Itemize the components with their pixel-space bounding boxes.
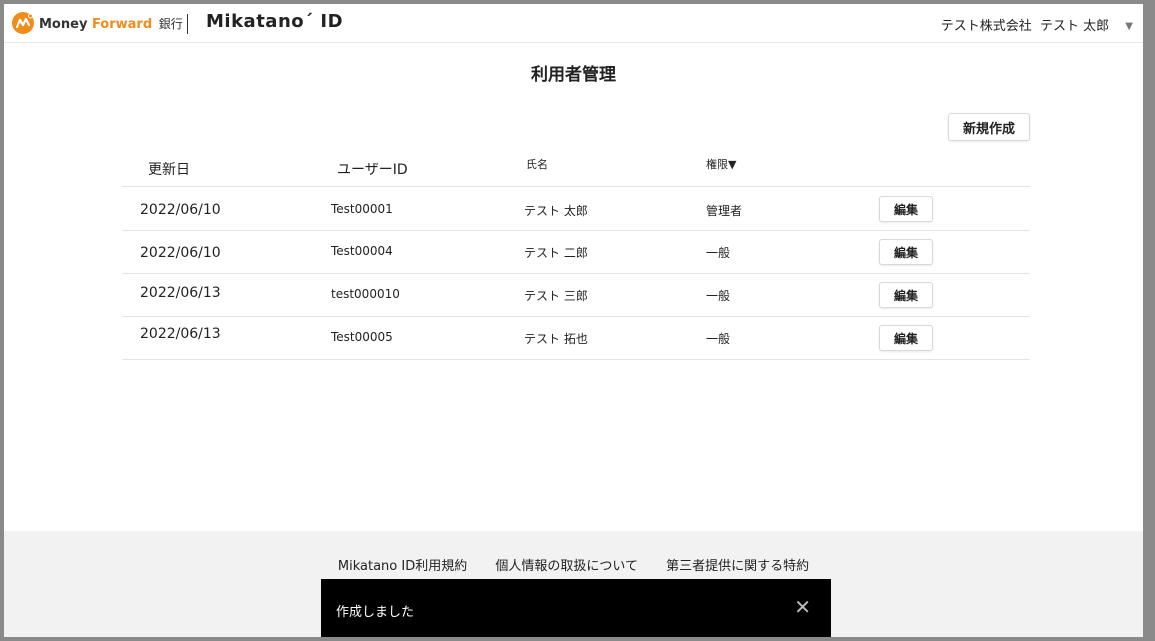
- cell-date: 2022/06/13: [140, 285, 221, 301]
- cell-name: テスト 三郎: [524, 289, 588, 303]
- footer-links: Mikatano ID利用規約 個人情報の取扱について 第三者提供に関する特約: [4, 555, 1143, 574]
- brand-forward: Forward: [91, 17, 153, 32]
- cell-user-id: Test00005: [331, 330, 393, 344]
- header-divider: [187, 14, 188, 34]
- top-header: Money Forward 銀行 Mikatano´ ID テスト株式会社 テス…: [4, 4, 1143, 43]
- column-header-role[interactable]: 権限▼: [706, 156, 736, 172]
- chevron-down-icon: ▼: [1125, 21, 1133, 32]
- cell-date: 2022/06/13: [140, 326, 221, 342]
- edit-button[interactable]: 編集: [879, 239, 933, 265]
- cell-name: テスト 太郎: [524, 204, 588, 218]
- user-menu-label: テスト株式会社 テスト 太郎: [940, 19, 1110, 34]
- cell-role: 一般: [706, 332, 731, 346]
- cell-user-id: Test00004: [331, 244, 393, 258]
- cell-role: 一般: [706, 289, 731, 303]
- product-accent: ´: [304, 11, 314, 32]
- column-header-user-id[interactable]: ユーザーID: [337, 159, 408, 179]
- product-mikatano: Mikatano: [206, 11, 305, 32]
- user-menu[interactable]: テスト株式会社 テスト 太郎 ▼: [941, 15, 1133, 34]
- column-header-updated[interactable]: 更新日: [148, 159, 190, 179]
- brand-money: Money: [39, 17, 88, 32]
- cell-user-id: Test00001: [331, 202, 393, 216]
- money-forward-logo-icon: [12, 12, 34, 34]
- app-window: Money Forward 銀行 Mikatano´ ID テスト株式会社 テス…: [4, 4, 1143, 637]
- cell-name: テスト 二郎: [524, 246, 588, 260]
- header-divider-line: [122, 186, 1030, 187]
- brand-name: Money Forward 銀行: [39, 15, 183, 32]
- cell-role: 一般: [706, 246, 731, 260]
- brand-bank: 銀行: [158, 17, 183, 31]
- page-title: 利用者管理: [531, 65, 616, 85]
- create-new-button[interactable]: 新規作成: [948, 113, 1030, 141]
- row-divider: [122, 230, 1030, 231]
- toast-message: 作成しました: [336, 605, 415, 620]
- cell-user-id: test000010: [331, 287, 400, 301]
- row-divider: [122, 273, 1030, 274]
- product-id: ID: [320, 11, 344, 32]
- product-name: Mikatano´ ID: [206, 11, 343, 32]
- cell-role: 管理者: [706, 204, 743, 218]
- footer-link-privacy[interactable]: 個人情報の取扱について: [495, 559, 638, 574]
- cell-date: 2022/06/10: [140, 202, 221, 218]
- cell-name: テスト 拓也: [524, 332, 588, 346]
- cell-date: 2022/06/10: [140, 245, 221, 261]
- footer-link-third-party[interactable]: 第三者提供に関する特約: [666, 559, 809, 574]
- edit-button[interactable]: 編集: [879, 325, 933, 351]
- column-header-name[interactable]: 氏名: [526, 156, 548, 172]
- close-icon[interactable]: ✕: [794, 595, 811, 619]
- toast-notification: 作成しました ✕: [321, 579, 831, 637]
- footer-link-terms[interactable]: Mikatano ID利用規約: [338, 559, 467, 574]
- edit-button[interactable]: 編集: [879, 196, 933, 222]
- row-divider: [122, 359, 1030, 360]
- edit-button[interactable]: 編集: [879, 282, 933, 308]
- row-divider: [122, 316, 1030, 317]
